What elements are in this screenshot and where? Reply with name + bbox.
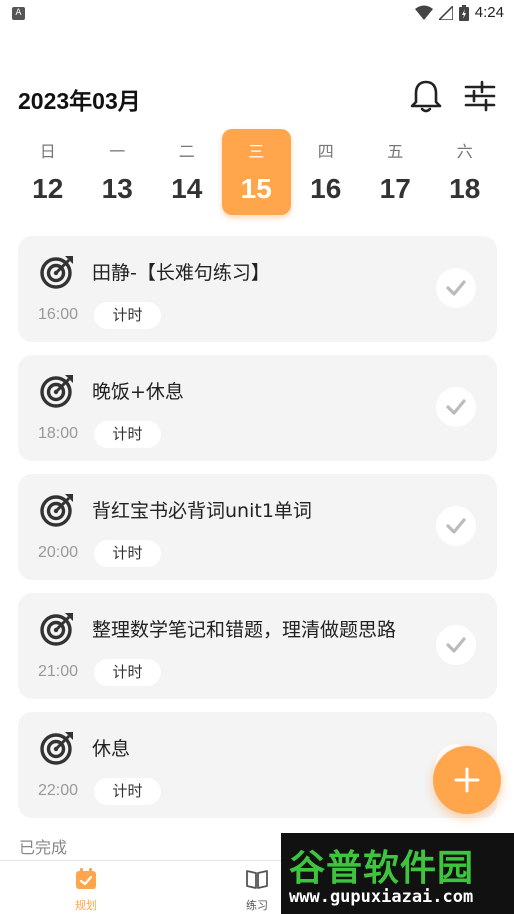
filter-button[interactable] <box>460 76 500 116</box>
date-number: 12 <box>32 173 64 204</box>
weekday-label: 一 <box>109 142 126 161</box>
day-tue[interactable]: 二 14 <box>152 129 222 215</box>
sliders-icon <box>464 80 496 112</box>
bell-icon <box>410 80 442 113</box>
timer-button[interactable]: 计时 <box>94 778 161 805</box>
weekday-label: 四 <box>317 142 334 161</box>
complete-button[interactable] <box>436 506 476 546</box>
day-sat[interactable]: 六 18 <box>430 129 500 215</box>
weekday-label: 六 <box>456 142 473 161</box>
weekday-label: 二 <box>178 142 195 161</box>
complete-button[interactable] <box>436 268 476 308</box>
complete-button[interactable] <box>436 625 476 665</box>
task-card[interactable]: 背红宝书必背词unit1单词 20:00 计时 <box>18 474 497 580</box>
task-time: 18:00 <box>38 425 79 442</box>
weekday-label: 五 <box>387 142 404 161</box>
month-title[interactable]: 2023年03月 <box>18 82 141 116</box>
calendar-check-icon <box>76 868 96 889</box>
task-title: 背红宝书必背词unit1单词 <box>92 500 312 522</box>
task-title: 田静-【长难句练习】 <box>92 262 270 284</box>
wifi-icon <box>414 5 433 20</box>
timer-button[interactable]: 计时 <box>94 302 161 329</box>
task-title: 休息 <box>92 738 131 760</box>
complete-button[interactable] <box>436 387 476 427</box>
status-bar: A 4:24 <box>0 0 514 28</box>
task-time: 21:00 <box>38 663 79 680</box>
notification-button[interactable] <box>406 76 446 116</box>
timer-button[interactable]: 计时 <box>94 540 161 567</box>
task-card[interactable]: 晚饭+休息 18:00 计时 <box>18 355 497 461</box>
day-wed-selected[interactable]: 三 15 <box>221 129 291 215</box>
task-title: 整理数学笔记和错题，理清做题思路 <box>92 619 397 641</box>
watermark: 谷普软件园 www.gupuxiazai.com <box>281 833 514 914</box>
target-icon <box>40 732 73 765</box>
day-mon[interactable]: 一 13 <box>83 129 153 215</box>
date-number: 16 <box>310 173 342 204</box>
date-number: 13 <box>101 173 133 204</box>
nav-plan-label: 规划 <box>75 899 97 912</box>
plus-icon <box>454 767 480 793</box>
nav-practice-label: 练习 <box>246 899 268 912</box>
check-icon <box>446 399 466 415</box>
day-sun[interactable]: 日 12 <box>13 129 83 215</box>
header: 2023年03月 <box>0 72 514 122</box>
date-number: 15 <box>240 173 272 204</box>
check-icon <box>446 637 466 653</box>
watermark-url: www.gupuxiazai.com <box>289 887 474 907</box>
book-icon <box>246 870 268 889</box>
task-time: 20:00 <box>38 544 79 561</box>
date-number: 18 <box>449 173 481 204</box>
weekday-label: 日 <box>39 142 56 161</box>
date-number: 17 <box>379 173 411 204</box>
app-notification-icon: A <box>12 7 25 20</box>
task-list: 田静-【长难句练习】 16:00 计时 晚饭+休息 18:00 计时 背红宝书必… <box>18 236 497 831</box>
add-task-button[interactable] <box>433 746 501 814</box>
task-card[interactable]: 休息 22:00 计时 <box>18 712 497 818</box>
battery-icon <box>458 4 469 21</box>
task-time: 16:00 <box>38 306 79 323</box>
status-time: 4:24 <box>474 4 504 21</box>
week-strip: 日 12 一 13 二 14 三 15 四 16 五 17 六 18 <box>13 129 501 217</box>
day-thu[interactable]: 四 16 <box>291 129 361 215</box>
watermark-title: 谷普软件园 <box>289 848 475 889</box>
target-icon <box>40 375 73 408</box>
target-icon <box>40 613 73 646</box>
timer-button[interactable]: 计时 <box>94 659 161 686</box>
cell-signal-icon <box>438 5 453 20</box>
completed-section-label[interactable]: 已完成 <box>19 834 67 858</box>
task-title: 晚饭+休息 <box>92 381 184 403</box>
nav-plan[interactable]: 规划 <box>56 867 116 913</box>
day-fri[interactable]: 五 17 <box>361 129 431 215</box>
status-right: 4:24 <box>414 4 504 21</box>
task-time: 22:00 <box>38 782 79 799</box>
target-icon <box>40 494 73 527</box>
check-icon <box>446 518 466 534</box>
date-number: 14 <box>171 173 203 204</box>
task-card[interactable]: 田静-【长难句练习】 16:00 计时 <box>18 236 497 342</box>
task-card[interactable]: 整理数学笔记和错题，理清做题思路 21:00 计时 <box>18 593 497 699</box>
nav-practice[interactable]: 练习 <box>227 867 287 913</box>
weekday-label: 三 <box>248 142 265 161</box>
check-icon <box>446 280 466 296</box>
timer-button[interactable]: 计时 <box>94 421 161 448</box>
target-icon <box>40 256 73 289</box>
